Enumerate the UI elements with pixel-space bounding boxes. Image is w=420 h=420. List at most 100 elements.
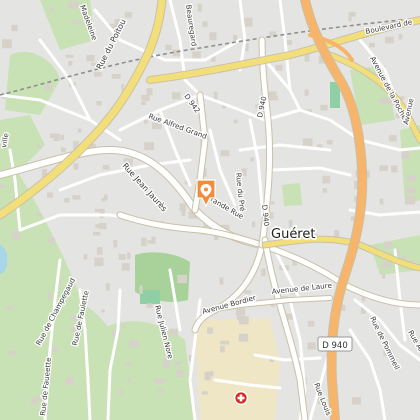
building — [250, 157, 254, 162]
building — [384, 241, 393, 249]
building — [58, 279, 62, 284]
building — [47, 237, 55, 243]
building — [151, 236, 156, 244]
building — [5, 306, 13, 309]
building — [8, 350, 17, 355]
building — [154, 378, 165, 384]
label-avenue-de-laure: Avenue de Laure — [271, 281, 333, 296]
building — [101, 309, 105, 313]
building — [197, 3, 202, 12]
building — [113, 240, 118, 248]
building — [156, 387, 163, 392]
building — [98, 222, 107, 230]
building — [316, 144, 323, 148]
building — [68, 60, 73, 66]
building — [102, 164, 110, 170]
building — [202, 21, 208, 28]
building — [177, 274, 187, 284]
building — [233, 119, 238, 124]
building — [379, 165, 388, 171]
building — [322, 188, 328, 193]
building — [219, 277, 224, 285]
building — [307, 342, 316, 350]
building — [121, 263, 130, 271]
building — [36, 144, 41, 149]
building — [209, 32, 217, 41]
building — [388, 135, 397, 142]
building — [121, 324, 126, 329]
building — [53, 133, 60, 141]
building — [2, 39, 12, 49]
building — [105, 283, 110, 291]
building — [72, 195, 81, 200]
building — [144, 142, 154, 151]
building — [141, 101, 146, 105]
building — [210, 371, 214, 377]
building — [304, 54, 310, 62]
hospital-cross-icon[interactable] — [234, 391, 248, 405]
building — [348, 12, 352, 22]
building — [401, 150, 410, 160]
building — [141, 237, 147, 246]
building — [60, 134, 65, 140]
building — [204, 371, 211, 381]
building — [92, 231, 101, 236]
road-badge-d940: D 940 — [317, 336, 353, 352]
building — [406, 175, 417, 182]
building — [220, 345, 225, 353]
building — [213, 91, 218, 100]
building — [101, 198, 106, 202]
building — [96, 247, 103, 255]
building — [50, 133, 54, 138]
map-canvas[interactable]: Rue du Poitou Madeleine Beauregard Boule… — [0, 0, 420, 420]
building — [405, 195, 416, 205]
building — [261, 268, 266, 277]
sports-pitch — [140, 290, 160, 304]
building — [146, 303, 153, 308]
label-beauregard: Beauregard — [184, 4, 199, 47]
label-rue-du-pre: Rue du Pré — [234, 172, 247, 212]
building — [238, 333, 249, 342]
building — [48, 291, 52, 300]
building — [235, 308, 246, 316]
building — [77, 128, 82, 133]
building — [192, 51, 201, 60]
building — [61, 147, 66, 153]
building — [72, 20, 82, 25]
building — [243, 17, 253, 27]
building — [391, 165, 398, 173]
building — [385, 36, 394, 44]
building — [127, 378, 131, 384]
building — [111, 74, 121, 79]
building — [124, 362, 133, 366]
building — [320, 104, 328, 111]
building — [96, 101, 102, 106]
building — [0, 184, 6, 188]
building — [165, 44, 172, 51]
building — [141, 95, 150, 101]
building — [64, 198, 70, 203]
building — [174, 361, 182, 365]
building — [322, 175, 331, 184]
building — [86, 54, 95, 62]
building — [162, 358, 171, 368]
building — [12, 231, 20, 240]
building — [326, 139, 333, 145]
building — [93, 71, 102, 77]
building — [179, 203, 186, 212]
city-label-gueret: Guéret — [271, 227, 315, 242]
building — [351, 397, 361, 405]
building — [176, 369, 183, 378]
building — [207, 327, 213, 334]
map-view[interactable]: Rue du Poitou Madeleine Beauregard Boule… — [0, 0, 420, 420]
building — [369, 43, 375, 48]
building — [68, 1, 79, 10]
building — [119, 389, 124, 395]
building — [304, 89, 309, 96]
building — [127, 252, 131, 260]
building — [118, 254, 126, 260]
building — [398, 34, 403, 40]
building — [381, 261, 392, 269]
building — [83, 254, 88, 260]
building — [172, 92, 181, 100]
